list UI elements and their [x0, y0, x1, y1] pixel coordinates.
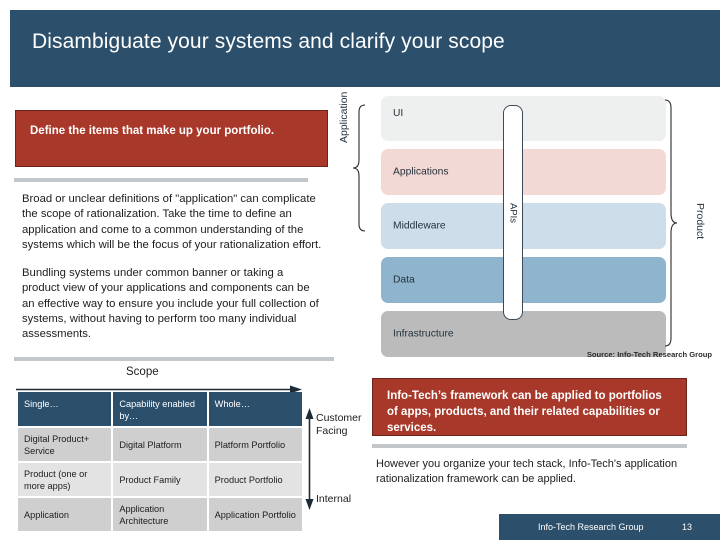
cell-application: Application [18, 498, 112, 531]
cell-digital-platform: Digital Platform [113, 428, 207, 461]
footer-brand: Info-Tech Research Group [538, 522, 644, 532]
axis-label-internal: Internal [316, 493, 352, 505]
right-paragraph: However you organize your tech stack, In… [376, 458, 678, 485]
slide-footer: Info-Tech Research Group 13 [499, 514, 720, 540]
table-header-whole: Whole… [208, 392, 302, 426]
cell-application-architecture: Application Architecture [113, 498, 207, 531]
right-divider [372, 444, 687, 448]
left-body-text: Broad or unclear definitions of "applica… [22, 192, 322, 343]
cell-digital-product-service: Digital Product+ Service [18, 428, 112, 461]
cell-product-family: Product Family [113, 463, 207, 496]
stack-layer-ui-label: UI [393, 108, 404, 119]
cell-application-portfolio: Application Portfolio [208, 498, 302, 531]
application-bracket-label: Application [338, 91, 350, 143]
footer-page-number: 13 [681, 522, 692, 532]
cell-product-portfolio: Product Portfolio [208, 463, 302, 496]
stack-layer-data: Data [381, 257, 666, 303]
apis-label: APIs [507, 202, 519, 223]
table-row: Product (one or more apps) Product Famil… [18, 463, 302, 496]
stack-layer-applications: Applications [381, 149, 666, 195]
stack-layer-middleware-label: Middleware [393, 220, 446, 232]
table-header-row: Single… Capability enabled by… Whole… [18, 392, 302, 426]
left-paragraph-2: Bundling systems under common banner or … [22, 267, 319, 341]
apis-pill: APIs [503, 105, 523, 320]
scope-axis-label: Scope [126, 366, 159, 378]
product-bracket-icon [664, 99, 678, 347]
right-body-text: However you organize your tech stack, In… [376, 457, 688, 486]
mid-divider [14, 357, 334, 361]
table-row: Application Application Architecture App… [18, 498, 302, 531]
left-callout-text: Define the items that make up your portf… [30, 125, 275, 137]
axis-label-customer-facing: Customer Facing [316, 412, 362, 437]
cell-platform-portfolio: Platform Portfolio [208, 428, 302, 461]
left-callout-box: Define the items that make up your portf… [15, 110, 328, 167]
left-paragraph-1: Broad or unclear definitions of "applica… [22, 193, 322, 251]
customer-internal-arrow-icon [305, 408, 314, 510]
stack-layer-data-label: Data [393, 274, 415, 286]
scope-matrix-table: Single… Capability enabled by… Whole… Di… [16, 390, 304, 533]
table-row: Digital Product+ Service Digital Platfor… [18, 428, 302, 461]
diagram-source-note: Source: Info-Tech Research Group [586, 350, 712, 359]
product-bracket-label: Product [694, 203, 706, 240]
stack-layer-middleware: Middleware [381, 203, 666, 249]
slide-title-bar: Disambiguate your systems and clarify yo… [10, 10, 720, 87]
stack-layer-ui: UI [381, 96, 666, 141]
table-header-single: Single… [18, 392, 112, 426]
slide-canvas: Disambiguate your systems and clarify yo… [0, 0, 720, 540]
right-callout-text: Info-Tech’s framework can be applied to … [387, 390, 662, 434]
tech-stack-diagram: UI Applications Middleware Data Infrastr… [381, 96, 666, 357]
stack-layer-infrastructure-label: Infrastructure [393, 328, 454, 340]
cell-product: Product (one or more apps) [18, 463, 112, 496]
stack-layer-applications-label: Applications [393, 166, 449, 178]
right-callout-box: Info-Tech’s framework can be applied to … [372, 378, 687, 436]
page-title: Disambiguate your systems and clarify yo… [32, 30, 505, 53]
application-bracket-icon [352, 104, 366, 232]
table-header-capability: Capability enabled by… [113, 392, 207, 426]
left-divider [14, 178, 308, 182]
